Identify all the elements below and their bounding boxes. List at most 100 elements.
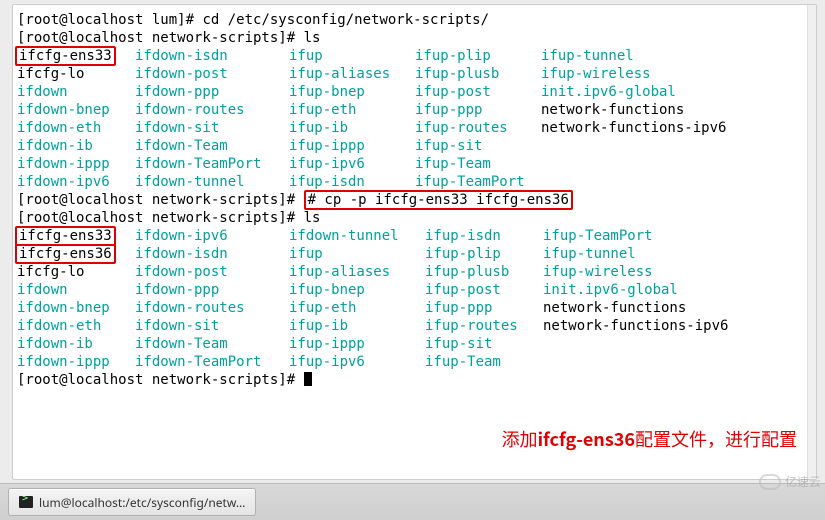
ls-cell: ifup-sit [415, 137, 541, 155]
line-prompt-idle: [root@localhost network-scripts]# [17, 371, 802, 389]
ls-cell: ifdown-isdn [135, 245, 289, 263]
annotation-text: 添加ifcfg-ens36配置文件，进行配置 [502, 426, 797, 452]
ls-cell: ifup-ppp [415, 101, 541, 119]
ls-cell: network-functions [543, 299, 686, 317]
ls-cell: ifup-routes [425, 317, 543, 335]
ls-cell: ifcfg-ens33 [17, 227, 135, 245]
ls-cell: ifdown-sit [135, 317, 289, 335]
ls-cell: ifup-plusb [415, 65, 541, 83]
ls-cell: ifup-ipv6 [289, 353, 425, 371]
ls-row: ifdown-ibifdown-Teamifup-ipppifup-sit [17, 137, 802, 155]
prompt: [root@localhost network-scripts]# [17, 192, 304, 208]
ls-cell: ifup-wireless [541, 65, 651, 83]
ls-cell: ifdown-TeamPort [135, 353, 289, 371]
ls-row: ifdown-bnepifdown-routesifup-ethifup-ppp… [17, 299, 802, 317]
ls-cell: ifcfg-ens36 [17, 245, 135, 263]
ls-cell: ifdown-ipv6 [135, 227, 289, 245]
ls-cell: ifdown-Team [135, 137, 289, 155]
ls-output-2: ifcfg-ens33ifdown-ipv6ifdown-tunnelifup-… [17, 227, 802, 371]
file-highlight: ifcfg-ens33 [15, 226, 116, 246]
ls-cell: ifdown-sit [135, 119, 289, 137]
ls-cell: ifup-eth [289, 101, 415, 119]
ls-cell: ifdown-ippp [17, 353, 135, 371]
prompt: [root@localhost lum]# [17, 12, 202, 28]
ls-cell: ifcfg-ens33 [17, 47, 135, 65]
ls-cell: network-functions-ipv6 [541, 119, 726, 137]
cmd-text: cd /etc/sysconfig/network-scripts/ [202, 12, 489, 28]
ls-cell: ifup-ipv6 [289, 155, 415, 173]
ls-row: ifdown-ethifdown-sitifup-ibifup-routesne… [17, 317, 802, 335]
ls-row: ifcfg-ens36ifdown-isdnifupifup-plipifup-… [17, 245, 802, 263]
ls-row: ifdown-bnepifdown-routesifup-ethifup-ppp… [17, 101, 802, 119]
ls-cell: ifdown-ippp [17, 155, 135, 173]
ls-cell: ifdown [17, 281, 135, 299]
ls-cell: ifup-aliases [289, 263, 425, 281]
taskbar-title: lum@localhost:/etc/sysconfig/netw… [39, 494, 245, 511]
ls-cell: ifup-bnep [289, 281, 425, 299]
ls-row: ifdown-ibifdown-Teamifup-ipppifup-sit [17, 335, 802, 353]
ls-cell: ifup-bnep [289, 83, 415, 101]
ls-cell: ifdown-eth [17, 317, 135, 335]
taskbar-terminal-button[interactable]: lum@localhost:/etc/sysconfig/netw… [8, 488, 256, 516]
ls-cell: ifup-tunnel [541, 47, 634, 65]
ls-cell: ifdown-routes [135, 101, 289, 119]
prompt: [root@localhost network-scripts]# [17, 210, 304, 226]
ls-cell: ifup-routes [415, 119, 541, 137]
cursor [304, 372, 312, 386]
line-cmd-cd: [root@localhost lum]# cd /etc/sysconfig/… [17, 11, 802, 29]
ls-cell: ifup-isdn [425, 227, 543, 245]
ls-row: ifcfg-loifdown-postifup-aliasesifup-plus… [17, 65, 802, 83]
terminal-window[interactable]: [root@localhost lum]# cd /etc/sysconfig/… [12, 4, 817, 480]
ls-cell: ifdown-Team [135, 335, 289, 353]
prompt: [root@localhost network-scripts]# [17, 372, 304, 388]
ls-cell: ifup-plip [425, 245, 543, 263]
ls-cell: ifup-post [425, 281, 543, 299]
screenshot-root: [root@localhost lum]# cd /etc/sysconfig/… [0, 0, 825, 520]
ls-cell: ifup-ib [289, 119, 415, 137]
ls-cell: ifdown-isdn [135, 47, 289, 65]
ls-cell: ifdown-ppp [135, 83, 289, 101]
cmd-text: ls [304, 210, 321, 226]
taskbar: lum@localhost:/etc/sysconfig/netw… [0, 483, 825, 520]
ls-cell: ifup-eth [289, 299, 425, 317]
ls-cell: ifcfg-lo [17, 263, 135, 281]
ls-row: ifcfg-ens33ifdown-ipv6ifdown-tunnelifup-… [17, 227, 802, 245]
ls-cell: ifup-ppp [425, 299, 543, 317]
ls-cell: ifdown-tunnel [135, 173, 289, 191]
line-cmd-ls1: [root@localhost network-scripts]# ls [17, 29, 802, 47]
ls-cell: ifup-plusb [425, 263, 543, 281]
watermark: 亿速云 [759, 473, 821, 490]
ls-cell: ifup-TeamPort [543, 227, 653, 245]
ls-cell: ifup-sit [425, 335, 543, 353]
ls-cell: init.ipv6-global [541, 83, 676, 101]
ls-cell: ifup-ib [289, 317, 425, 335]
watermark-text: 亿速云 [785, 473, 821, 490]
ls-cell: ifup-post [415, 83, 541, 101]
ls-cell: ifdown-ib [17, 335, 135, 353]
ls-cell: ifdown-eth [17, 119, 135, 137]
annotation-prefix: 添加 [502, 426, 538, 452]
ls-cell: ifup [289, 245, 425, 263]
ls-cell: ifup-Team [425, 353, 543, 371]
scrollbar[interactable] [807, 5, 816, 479]
ls-output-1: ifcfg-ens33ifdown-isdnifupifup-plipifup-… [17, 47, 802, 191]
ls-cell: ifdown-ppp [135, 281, 289, 299]
ls-cell: ifdown-ib [17, 137, 135, 155]
terminal-content[interactable]: [root@localhost lum]# cd /etc/sysconfig/… [13, 5, 808, 479]
ls-cell: ifdown-TeamPort [135, 155, 289, 173]
prompt: [root@localhost network-scripts]# [17, 30, 304, 46]
line-cmd-cp: [root@localhost network-scripts]# # cp -… [17, 191, 802, 209]
ls-cell: ifdown-ipv6 [17, 173, 135, 191]
ls-cell: ifup-wireless [543, 263, 653, 281]
ls-row: ifdown-ipppifdown-TeamPortifup-ipv6ifup-… [17, 353, 802, 371]
ls-row: ifcfg-loifdown-postifup-aliasesifup-plus… [17, 263, 802, 281]
ls-cell: ifdown-tunnel [289, 227, 425, 245]
ls-cell: ifup-plip [415, 47, 541, 65]
terminal-icon [19, 496, 33, 508]
ls-row: ifdown-ethifdown-sitifup-ibifup-routesne… [17, 119, 802, 137]
ls-cell: ifcfg-lo [17, 65, 135, 83]
ls-cell: ifdown-post [135, 65, 289, 83]
ls-cell: network-functions [541, 101, 684, 119]
ls-cell: ifup-ippp [289, 335, 425, 353]
annotation-suffix: 配置文件，进行配置 [635, 426, 797, 452]
